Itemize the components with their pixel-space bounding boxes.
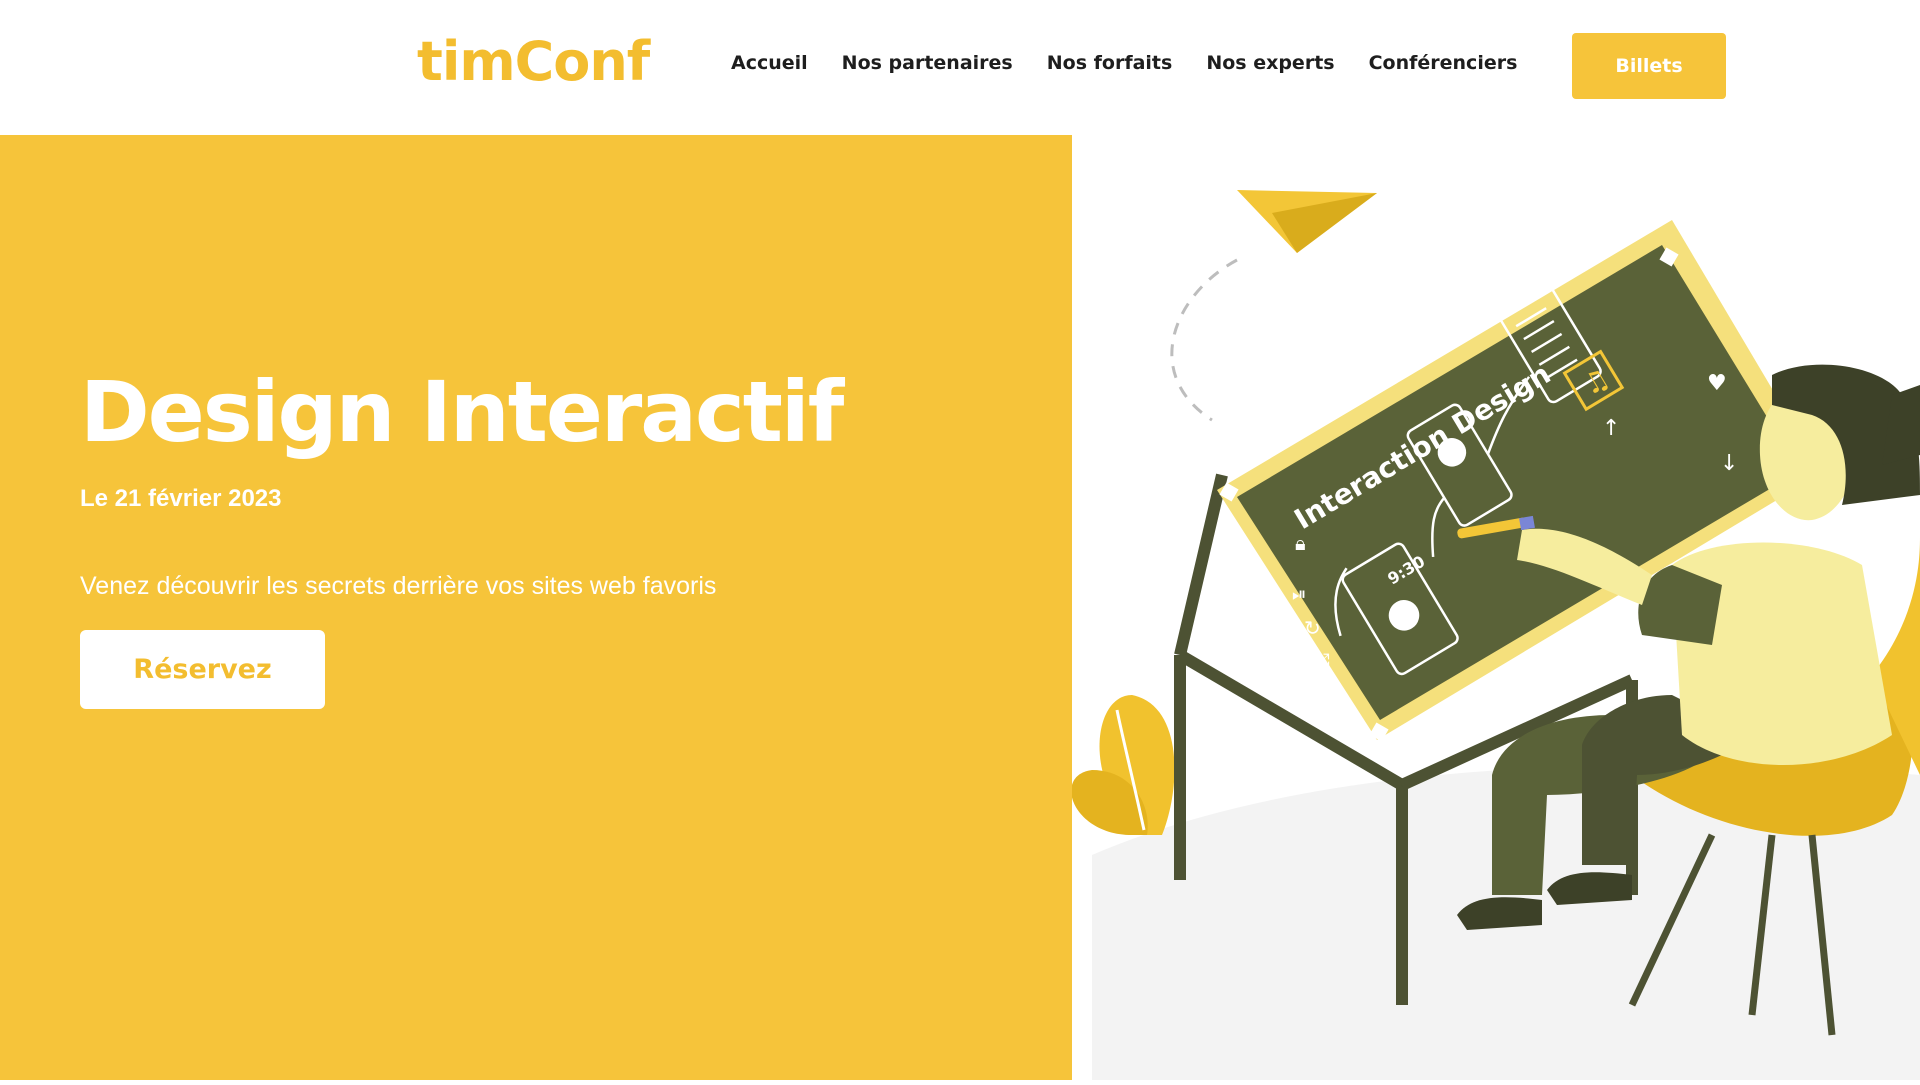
play-pause-icon: ⏯ — [1292, 584, 1306, 605]
nav-link-conferenciers[interactable]: Conférenciers — [1369, 52, 1518, 74]
paper-plane-icon — [1237, 190, 1377, 253]
hero-subtitle: Venez découvrir les secrets derrière vos… — [80, 572, 717, 600]
hero-title: Design Interactif — [80, 363, 844, 461]
reserve-button[interactable]: Réservez — [80, 630, 325, 709]
heart-icon: ♥ — [1707, 371, 1727, 396]
shuffle-icon: ⤨ — [1314, 648, 1330, 672]
arrow-icon: ↑ — [1602, 416, 1620, 441]
logo[interactable]: timConf — [417, 30, 650, 93]
arrow-icon: ↓ — [1720, 451, 1738, 476]
nav-link-partenaires[interactable]: Nos partenaires — [842, 52, 1013, 74]
tickets-button[interactable]: Billets — [1572, 33, 1726, 99]
hero-panel: Design Interactif Le 21 février 2023 Ven… — [0, 135, 1072, 1080]
plant-icon — [1071, 695, 1175, 835]
plane-trail — [1170, 258, 1238, 422]
main-nav: Accueil Nos partenaires Nos forfaits Nos… — [731, 52, 1517, 74]
event-date: Le 21 février 2023 — [80, 485, 282, 512]
nav-link-accueil[interactable]: Accueil — [731, 52, 808, 74]
lock-icon: 🔒︎ — [1295, 531, 1306, 555]
designer-at-drafting-table: Interaction Design 9:30 ♫ ♥ 🔒︎ ⏯ ↻ ⤨ ↑ ↓ — [1071, 190, 1920, 1080]
nav-link-forfaits[interactable]: Nos forfaits — [1047, 52, 1173, 74]
site-header: timConf Accueil Nos partenaires Nos forf… — [0, 0, 1920, 135]
nav-link-experts[interactable]: Nos experts — [1206, 52, 1334, 74]
hero-illustration: Interaction Design 9:30 ♫ ♥ 🔒︎ ⏯ ↻ ⤨ ↑ ↓ — [1071, 135, 1920, 1080]
repeat-icon: ↻ — [1304, 616, 1321, 640]
